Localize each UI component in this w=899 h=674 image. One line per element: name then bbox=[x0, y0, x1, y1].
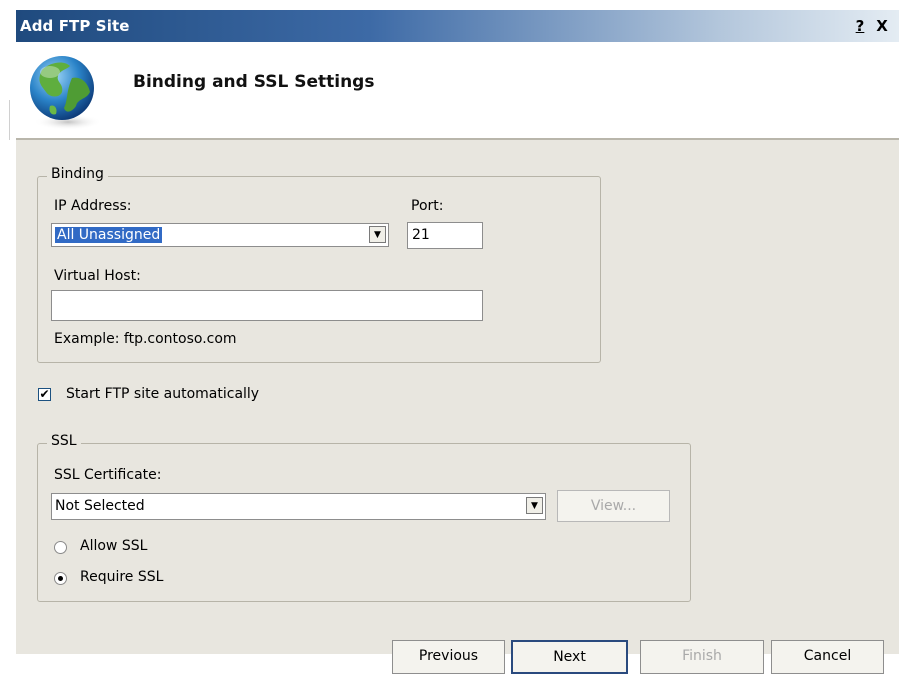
edge-divider bbox=[9, 100, 10, 140]
start-automatically-label[interactable]: Start FTP site automatically bbox=[66, 386, 259, 402]
port-input[interactable]: 21 bbox=[407, 222, 483, 249]
ip-address-label: IP Address: bbox=[54, 198, 132, 214]
cancel-button[interactable]: Cancel bbox=[771, 640, 884, 674]
chevron-down-icon[interactable]: ▼ bbox=[526, 497, 543, 514]
port-label: Port: bbox=[411, 198, 444, 214]
ip-address-dropdown[interactable]: All Unassigned ▼ bbox=[51, 223, 389, 247]
ssl-certificate-value: Not Selected bbox=[55, 498, 145, 514]
radio-selected-dot bbox=[58, 576, 63, 581]
page-title: Binding and SSL Settings bbox=[133, 72, 375, 92]
start-automatically-checkbox[interactable]: ✔ bbox=[38, 388, 51, 401]
view-certificate-button[interactable]: View... bbox=[557, 490, 670, 522]
title-bar[interactable] bbox=[16, 10, 899, 42]
require-ssl-radio[interactable] bbox=[54, 572, 67, 585]
allow-ssl-label[interactable]: Allow SSL bbox=[80, 538, 147, 554]
virtual-host-example: Example: ftp.contoso.com bbox=[54, 331, 237, 347]
finish-button[interactable]: Finish bbox=[640, 640, 764, 674]
ssl-certificate-label: SSL Certificate: bbox=[54, 467, 162, 483]
close-button[interactable]: X bbox=[873, 16, 891, 36]
previous-button[interactable]: Previous bbox=[392, 640, 505, 674]
port-value: 21 bbox=[412, 227, 430, 243]
virtual-host-label: Virtual Host: bbox=[54, 268, 141, 284]
globe-icon bbox=[20, 48, 104, 132]
help-button[interactable]: ? bbox=[851, 16, 869, 36]
next-button[interactable]: Next bbox=[511, 640, 628, 674]
ip-address-value: All Unassigned bbox=[55, 227, 163, 243]
require-ssl-label[interactable]: Require SSL bbox=[80, 569, 163, 585]
virtual-host-input[interactable] bbox=[51, 290, 483, 321]
allow-ssl-radio[interactable] bbox=[54, 541, 67, 554]
chevron-down-icon[interactable]: ▼ bbox=[369, 226, 386, 243]
ssl-certificate-dropdown[interactable]: Not Selected ▼ bbox=[51, 493, 546, 520]
binding-legend: Binding bbox=[47, 166, 108, 182]
ssl-legend: SSL bbox=[47, 433, 81, 449]
window-title: Add FTP Site bbox=[20, 17, 130, 35]
